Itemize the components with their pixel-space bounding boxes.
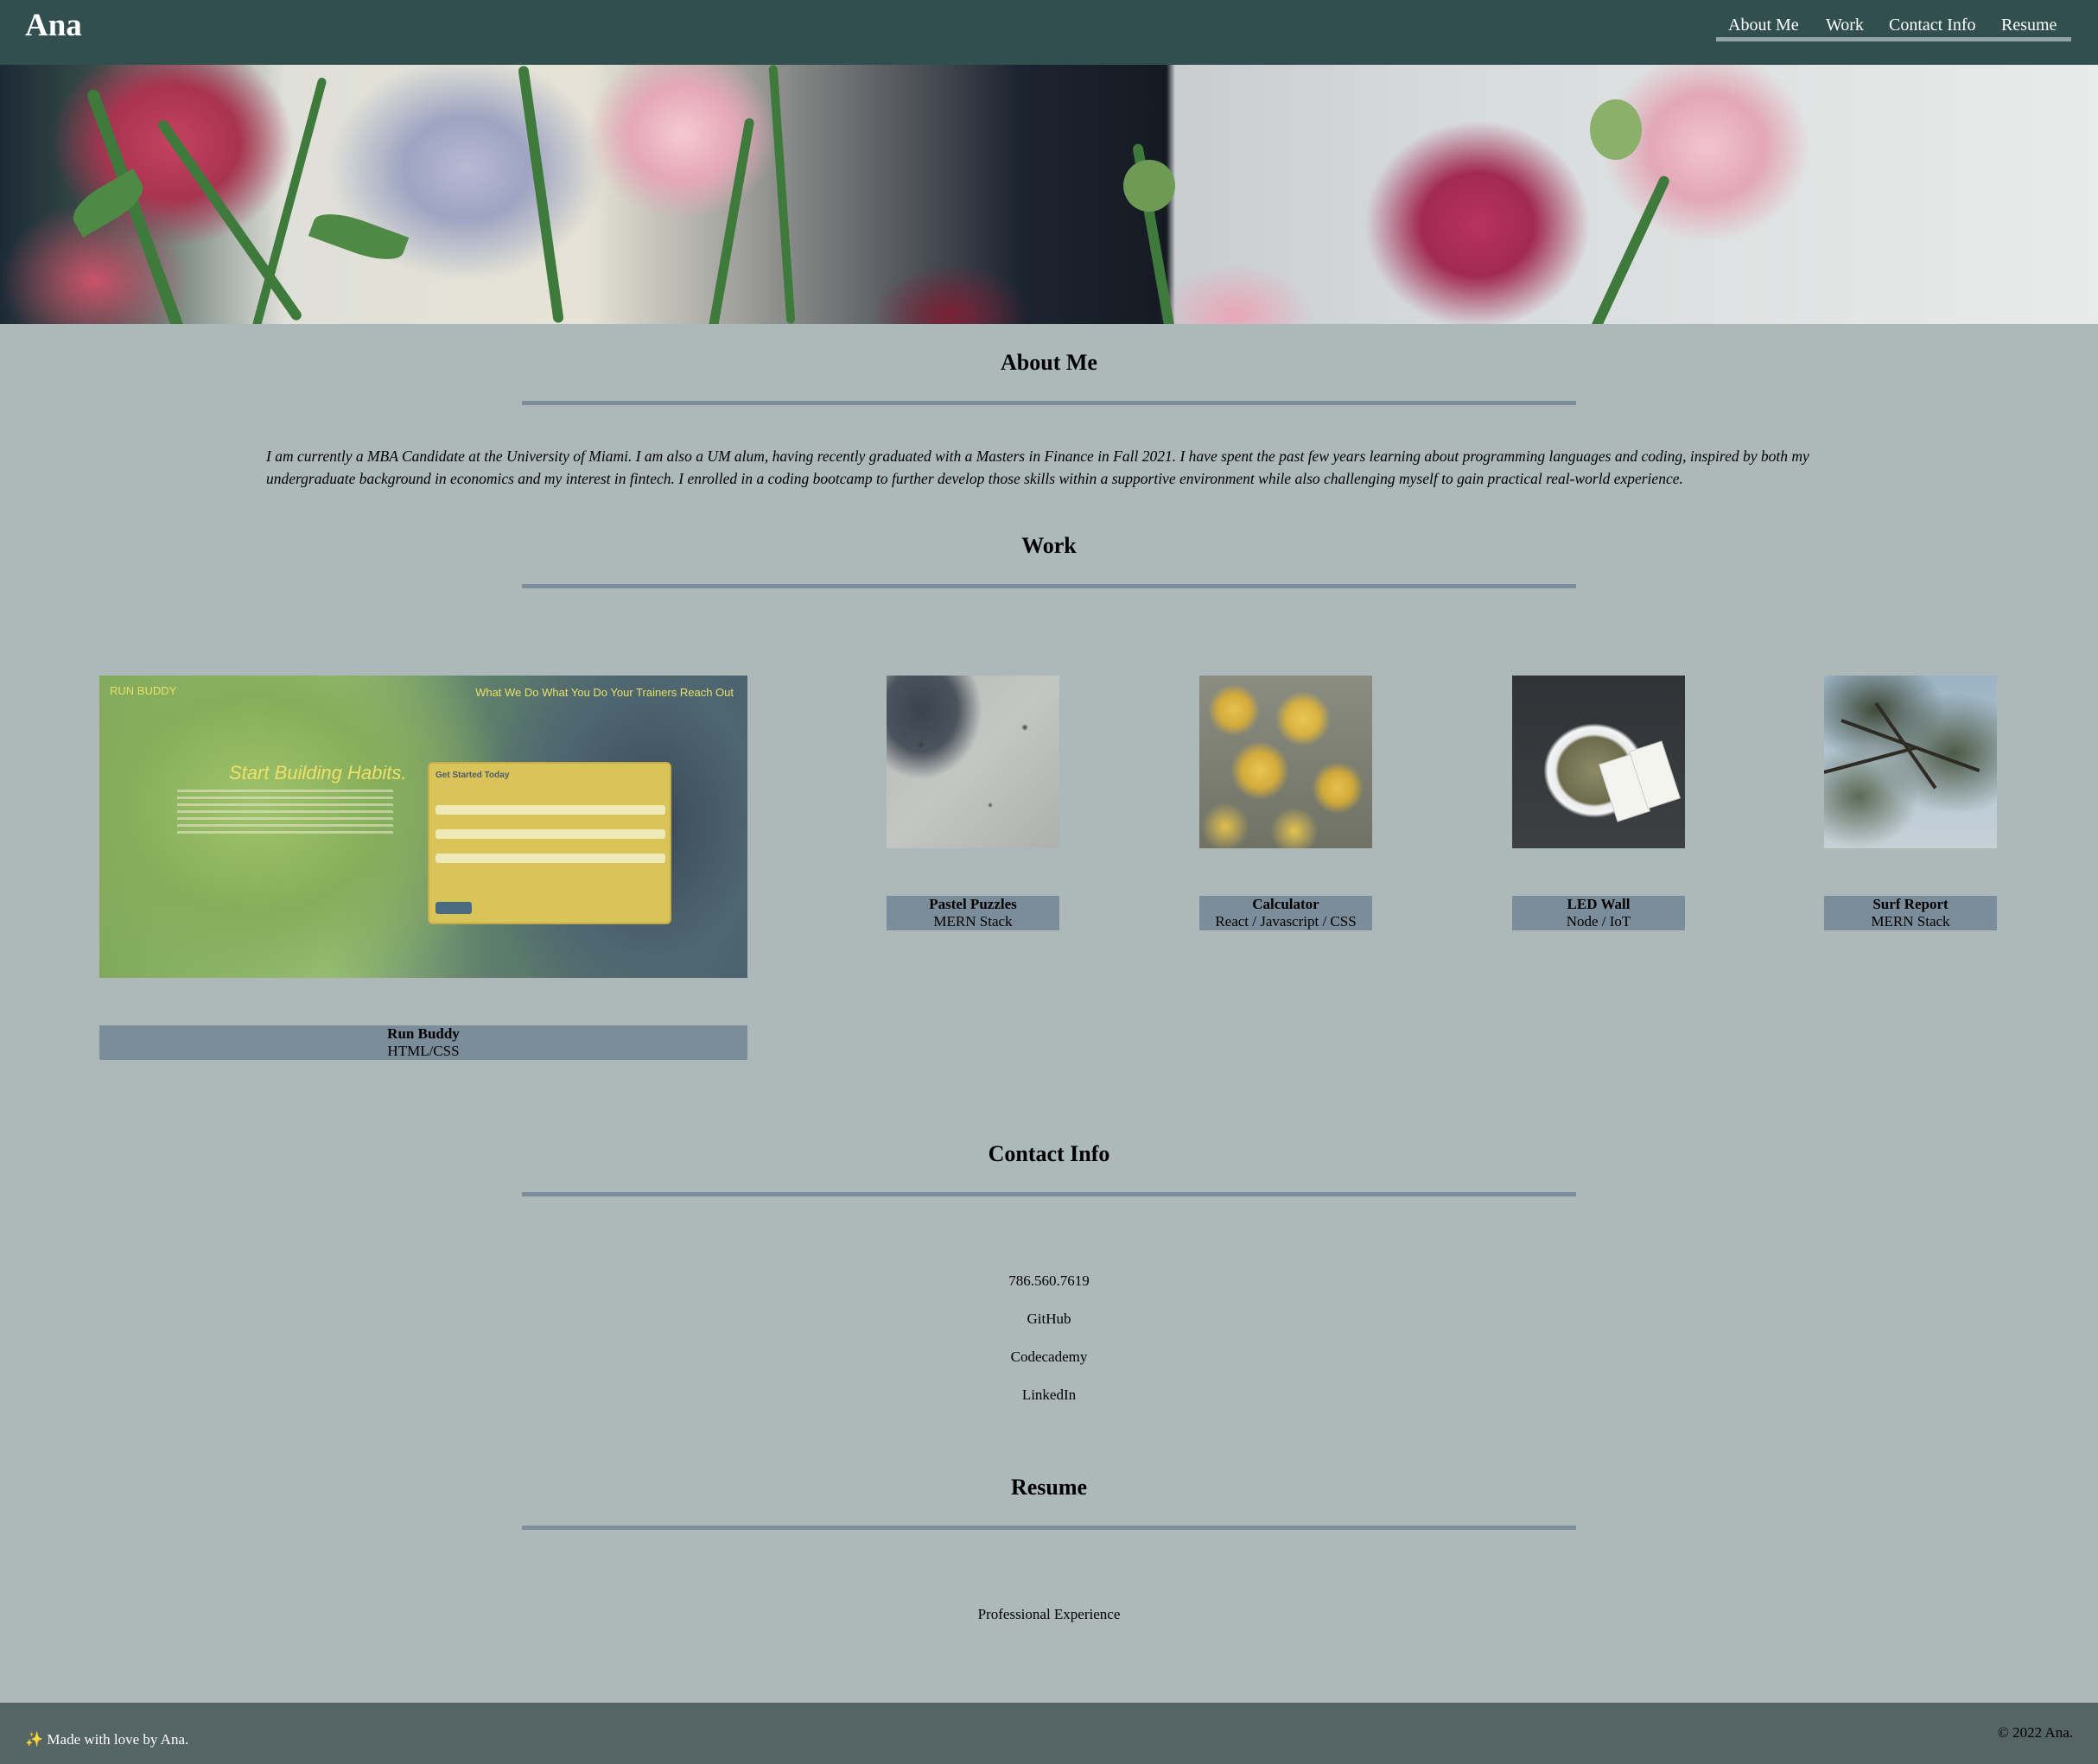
contact-codecademy-link[interactable]: Codecademy [0,1348,2098,1366]
preview-input [435,853,665,863]
project-stack: Node / IoT [1566,913,1631,930]
contact-linkedin-link[interactable]: LinkedIn [0,1386,2098,1404]
project-stack: React / Javascript / CSS [1215,913,1357,930]
site-footer: ✨ Made with love by Ana. © 2022 Ana. [0,1703,2098,1764]
nav-work[interactable]: Work [1826,16,1864,35]
led-wall-image[interactable] [1512,676,1685,848]
flower-stem [768,65,796,324]
project-title: Pastel Puzzles [929,896,1017,912]
flower-stem [518,65,564,324]
project-caption: Pastel Puzzles MERN Stack [887,896,1059,930]
project-card-run-buddy[interactable]: RUN BUDDY What We Do What You Do Your Tr… [99,676,747,1060]
nav-resume[interactable]: Resume [2001,16,2057,35]
resume-link[interactable]: Professional Experience [0,1606,2098,1623]
contact-phone[interactable]: 786.560.7619 [0,1272,2098,1290]
flower-bud [1590,99,1642,160]
main-nav: About Me Work Contact Info Resume [1716,16,2071,41]
hero-flowers-image [0,65,2098,324]
resume-title: Resume [1010,1475,1088,1500]
about-divider [522,401,1576,405]
tree-branch [1874,701,1937,790]
project-card-calculator[interactable]: Calculator React / Javascript / CSS [1199,676,1372,930]
contact-title: Contact Info [988,1141,1110,1166]
contact-github-link[interactable]: GitHub [0,1310,2098,1328]
work-title: Work [1021,533,1077,558]
run-buddy-screenshot[interactable]: RUN BUDDY What We Do What You Do Your Tr… [99,676,747,978]
project-stack: MERN Stack [933,913,1013,930]
project-caption: Run Buddy HTML/CSS [99,1025,747,1060]
contact-divider [522,1192,1576,1196]
surf-report-image[interactable] [1824,676,1997,848]
preview-text-lines [177,790,393,838]
calculator-image[interactable] [1199,676,1372,848]
flower-bud [1123,160,1175,212]
site-header: Ana About Me Work Contact Info Resume [0,0,2098,65]
project-title: LED Wall [1567,896,1631,912]
project-card-pastel-puzzles[interactable]: Pastel Puzzles MERN Stack [887,676,1059,930]
preview-form-title: Get Started Today [435,771,510,780]
pastel-puzzles-image[interactable] [887,676,1059,848]
project-caption: Calculator React / Javascript / CSS [1199,896,1372,930]
project-title: Surf Report [1872,896,1949,912]
tree-branch [1841,719,1980,773]
flower-stem [251,76,327,324]
footer-credit: ✨ Made with love by Ana. [25,1731,189,1748]
project-card-surf-report[interactable]: Surf Report MERN Stack [1824,676,1997,930]
project-title: Run Buddy [387,1025,460,1042]
tree-branch [1824,746,1917,774]
preview-submit [435,902,472,914]
flower-stem [706,117,755,324]
flower-stem [1588,174,1671,324]
preview-input [435,829,665,839]
project-caption: LED Wall Node / IoT [1512,896,1685,930]
footer-copyright: © 2022 Ana. [1997,1724,2073,1741]
leaf [308,205,410,269]
preview-headline: Start Building Habits. [229,762,407,784]
nav-contact-info[interactable]: Contact Info [1889,16,1976,35]
about-title: About Me [1001,350,1097,375]
project-card-led-wall[interactable]: LED Wall Node / IoT [1512,676,1685,930]
project-caption: Surf Report MERN Stack [1824,896,1997,930]
work-divider [522,584,1576,588]
site-brand[interactable]: Ana [25,7,82,44]
project-stack: MERN Stack [1871,913,1950,930]
about-text: I am currently a MBA Candidate at the Un… [266,447,1809,487]
preview-input [435,805,665,815]
resume-divider [522,1526,1576,1530]
project-title: Calculator [1252,896,1319,912]
preview-nav: What We Do What You Do Your Trainers Rea… [475,686,734,699]
preview-form: Get Started Today [428,762,671,924]
nav-about-me[interactable]: About Me [1728,16,1799,35]
preview-logo: RUN BUDDY [110,684,177,697]
project-stack: HTML/CSS [387,1043,460,1059]
